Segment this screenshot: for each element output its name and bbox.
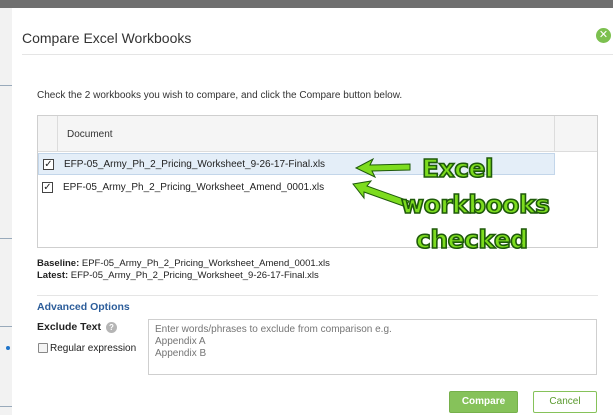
annotation-text: workbooks [400, 190, 551, 219]
background-page-edge [0, 8, 12, 415]
divider [0, 406, 12, 407]
compare-button[interactable]: Compare [449, 391, 518, 413]
baseline-label: Baseline: [37, 258, 80, 269]
regular-expression-checkbox[interactable] [38, 343, 48, 353]
annotation-text: Excel [421, 154, 494, 183]
annotation-text: checked [415, 225, 529, 254]
exclude-text-label: Exclude Text [37, 321, 101, 333]
exclude-text-input[interactable] [148, 319, 597, 375]
arrow-shape-upper [354, 157, 411, 179]
regular-expression-label[interactable]: Regular expression [50, 343, 136, 354]
info-icon[interactable]: ? [106, 322, 117, 333]
cancel-button[interactable]: Cancel [533, 391, 597, 413]
latest-label: Latest: [37, 270, 69, 281]
divider [37, 295, 598, 296]
divider [0, 85, 12, 86]
latest-value: EFP-05_Army_Ph_2_Pricing_Worksheet_9-26-… [68, 270, 319, 281]
baseline-info: Baseline: EPF-05_Army_Ph_2_Pricing_Works… [37, 258, 330, 269]
divider [0, 238, 12, 239]
latest-info: Latest: EFP-05_Army_Ph_2_Pricing_Workshe… [37, 270, 319, 281]
divider [0, 326, 12, 327]
window-top-bar [0, 0, 613, 8]
compare-workbooks-dialog: Compare Excel Workbooks ✕ Check the 2 wo… [12, 8, 613, 415]
advanced-options-title: Advanced Options [37, 301, 130, 313]
bullet-icon [6, 346, 10, 350]
baseline-value: EPF-05_Army_Ph_2_Pricing_Worksheet_Amend… [79, 258, 330, 269]
